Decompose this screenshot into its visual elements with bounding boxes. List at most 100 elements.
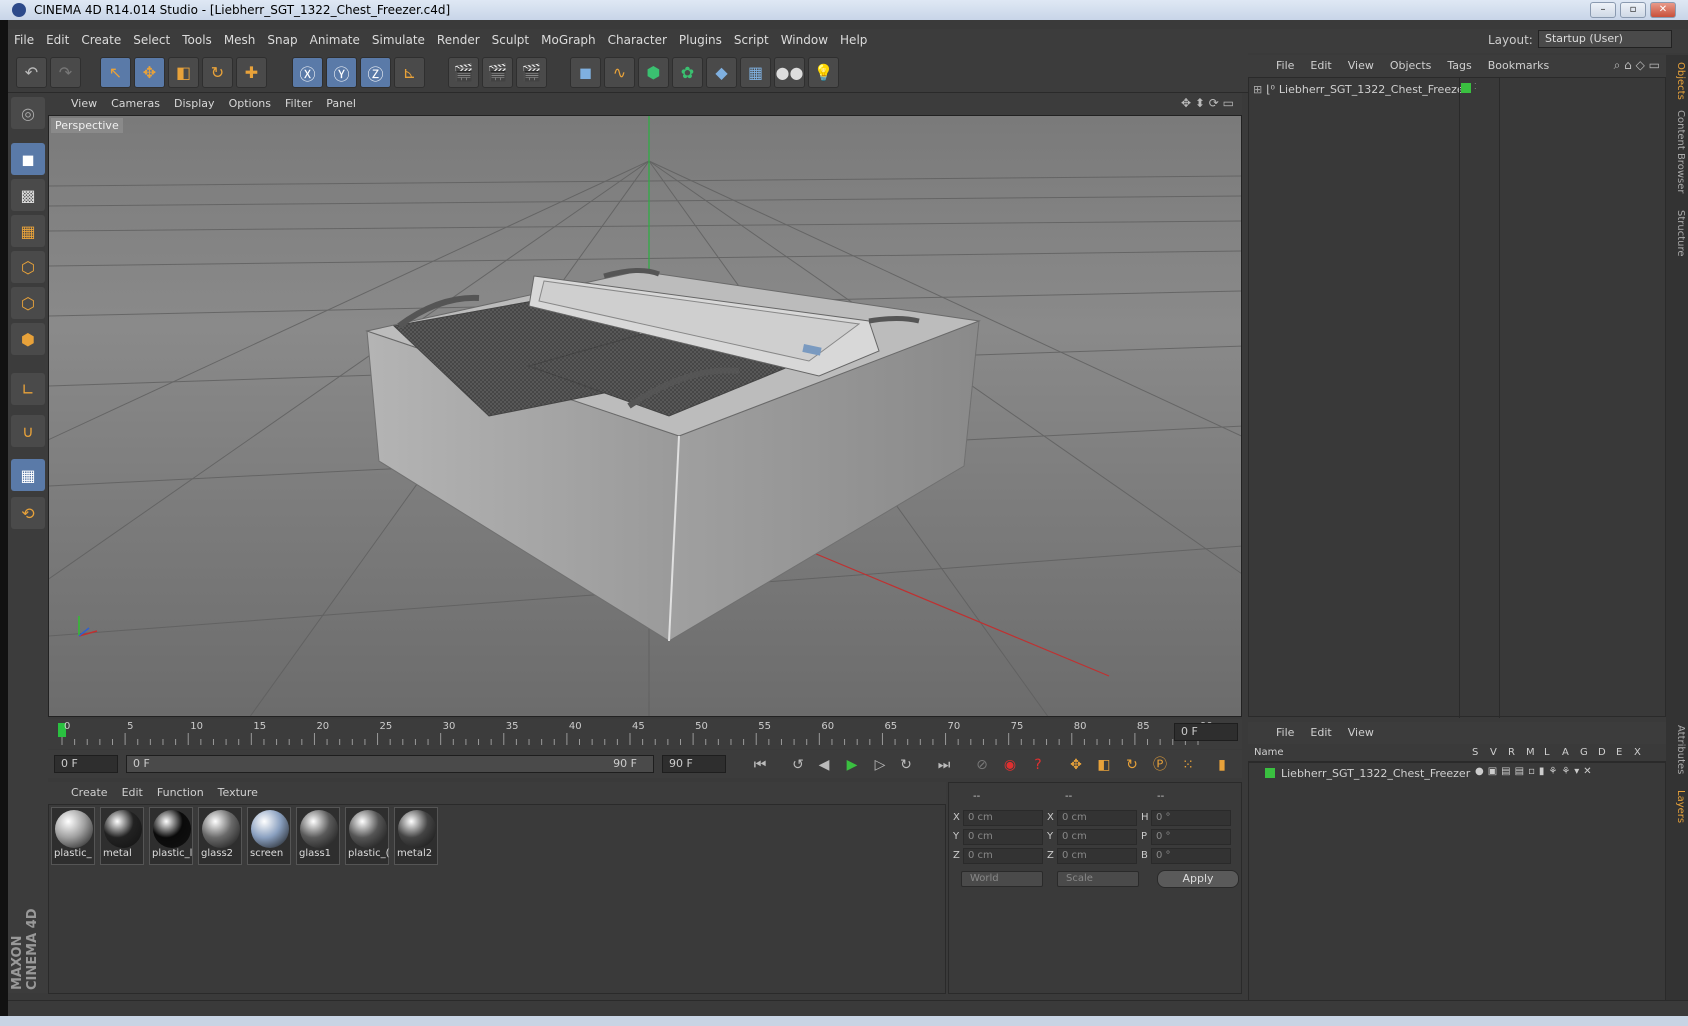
axis-mode-icon[interactable]: ∟: [11, 373, 45, 405]
layer-col-header[interactable]: E: [1616, 747, 1622, 758]
key-position-icon[interactable]: ✥: [1064, 754, 1088, 776]
vp-menu-options[interactable]: Options: [222, 93, 278, 114]
layer-col-header[interactable]: M: [1526, 747, 1535, 758]
prev-key-icon[interactable]: ↺: [786, 754, 810, 776]
add-tool-icon[interactable]: ✚: [236, 57, 267, 88]
menu-snap[interactable]: Snap: [261, 29, 303, 51]
start-frame-field[interactable]: 0 F: [54, 755, 118, 773]
menu-script[interactable]: Script: [728, 29, 775, 51]
autokey-icon[interactable]: ◉: [998, 754, 1022, 776]
obj-menu-view[interactable]: View: [1340, 55, 1382, 76]
apply-button[interactable]: Apply: [1157, 870, 1239, 888]
3d-viewport[interactable]: Perspective: [48, 115, 1242, 717]
edges-mode-icon[interactable]: ⬡: [11, 287, 45, 319]
polygons-mode-icon[interactable]: ⬢: [11, 323, 45, 355]
scale-icon[interactable]: ◧: [168, 57, 199, 88]
redo-icon[interactable]: ↷: [50, 57, 81, 88]
object-row[interactable]: ⊞ ⌊⁰ Liebherr_SGT_1322_Chest_Freezer: [1253, 80, 1468, 98]
expand-icon[interactable]: ⊞: [1253, 83, 1262, 96]
end-frame-field[interactable]: 90 F: [662, 755, 726, 773]
menu-tools[interactable]: Tools: [176, 29, 218, 51]
layer-row[interactable]: Liebherr_SGT_1322_Chest_Freezer: [1265, 765, 1470, 781]
material-swatch[interactable]: plastic_(: [345, 807, 390, 865]
layer-col-header[interactable]: L: [1544, 747, 1550, 758]
camera-icon[interactable]: ●●: [774, 57, 805, 88]
obj-search-icon[interactable]: ⌕ ⌂ ◇ ▭: [1614, 58, 1660, 73]
menu-plugins[interactable]: Plugins: [673, 29, 728, 51]
next-key-icon[interactable]: ↻: [894, 754, 918, 776]
soft-selection-icon[interactable]: ⟲: [11, 497, 45, 529]
menu-help[interactable]: Help: [834, 29, 873, 51]
layer-menu-file[interactable]: File: [1268, 722, 1302, 743]
floor-icon[interactable]: ▦: [740, 57, 771, 88]
menu-select[interactable]: Select: [127, 29, 176, 51]
rot-h-field[interactable]: 0 °: [1151, 810, 1231, 826]
size-z-field[interactable]: 0 cm: [1057, 848, 1137, 864]
undo-icon[interactable]: ↶: [16, 57, 47, 88]
layer-col-header[interactable]: A: [1562, 747, 1569, 758]
pos-z-field[interactable]: 0 cm: [963, 848, 1043, 864]
menu-simulate[interactable]: Simulate: [366, 29, 431, 51]
play-icon[interactable]: ▶: [840, 754, 864, 776]
material-swatch[interactable]: glass1: [296, 807, 340, 865]
tab-objects[interactable]: Objects: [1668, 59, 1686, 103]
menu-file[interactable]: File: [8, 29, 40, 51]
rotate-icon[interactable]: ↻: [202, 57, 233, 88]
layer-menu-view[interactable]: View: [1340, 722, 1382, 743]
tab-content-browser[interactable]: Content Browser: [1668, 107, 1686, 197]
z-axis-icon[interactable]: Ⓩ: [360, 57, 391, 88]
menu-create[interactable]: Create: [75, 29, 127, 51]
cube-icon[interactable]: ◼: [570, 57, 601, 88]
array-icon[interactable]: ✿: [672, 57, 703, 88]
light-icon[interactable]: 💡: [808, 57, 839, 88]
obj-menu-file[interactable]: File: [1268, 55, 1302, 76]
material-swatch[interactable]: plastic_: [51, 807, 95, 865]
maximize-button[interactable]: ▫: [1620, 2, 1646, 18]
keyframe-selection-icon[interactable]: ?: [1026, 754, 1050, 776]
viewport-nav-icons[interactable]: ✥ ⬍ ⟳ ▭: [1181, 96, 1234, 110]
key-rotation-icon[interactable]: ↻: [1120, 754, 1144, 776]
menu-render[interactable]: Render: [431, 29, 486, 51]
obj-menu-bookmarks[interactable]: Bookmarks: [1480, 55, 1557, 76]
close-button[interactable]: ✕: [1650, 2, 1676, 18]
world-dropdown[interactable]: World: [961, 871, 1043, 887]
render-view-icon[interactable]: 🎬: [448, 57, 479, 88]
tab-layers[interactable]: Layers: [1668, 785, 1686, 829]
layer-flag-icons[interactable]: ●▣▤▤▫▮⚘⚘▾✕: [1475, 766, 1596, 777]
layer-col-header[interactable]: S: [1472, 747, 1478, 758]
goto-start-icon[interactable]: ⏮: [748, 754, 772, 776]
key-pla-icon[interactable]: ⁙: [1176, 754, 1200, 776]
timeline-window-icon[interactable]: ▮: [1210, 754, 1234, 776]
deformer-icon[interactable]: ◆: [706, 57, 737, 88]
live-select-icon[interactable]: ↖: [100, 57, 131, 88]
workplane-lock-icon[interactable]: ▦: [11, 459, 45, 491]
obj-menu-tags[interactable]: Tags: [1439, 55, 1479, 76]
object-name[interactable]: Liebherr_SGT_1322_Chest_Freezer: [1279, 83, 1468, 96]
vp-menu-cameras[interactable]: Cameras: [104, 93, 167, 114]
pos-x-field[interactable]: 0 cm: [963, 810, 1043, 826]
tab-attributes[interactable]: Attributes: [1668, 720, 1686, 780]
layer-color-swatch[interactable]: [1461, 83, 1471, 93]
vp-menu-filter[interactable]: Filter: [278, 93, 319, 114]
visibility-dots-icon[interactable]: ⁚: [1474, 82, 1477, 91]
timeline-ruler[interactable]: 051015202530354045505560657075808590 0 F: [48, 719, 1242, 749]
mat-menu-function[interactable]: Function: [150, 782, 211, 803]
material-swatch[interactable]: metal: [100, 807, 144, 865]
layer-col-header[interactable]: V: [1490, 747, 1497, 758]
key-parameter-icon[interactable]: Ⓟ: [1148, 754, 1172, 776]
layer-col-header[interactable]: D: [1598, 747, 1606, 758]
coordinate-system-icon[interactable]: ⊾: [394, 57, 425, 88]
goto-end-icon[interactable]: ⏭: [932, 754, 956, 776]
rot-b-field[interactable]: 0 °: [1151, 848, 1231, 864]
key-scale-icon[interactable]: ◧: [1092, 754, 1116, 776]
frame-range-slider[interactable]: 0 F 90 F: [126, 755, 654, 773]
move-icon[interactable]: ✥: [134, 57, 165, 88]
vp-menu-view[interactable]: View: [64, 93, 104, 114]
vp-menu-panel[interactable]: Panel: [319, 93, 363, 114]
menu-edit[interactable]: Edit: [40, 29, 75, 51]
menu-window[interactable]: Window: [775, 29, 834, 51]
record-keys-icon[interactable]: ⊘: [970, 754, 994, 776]
pos-y-field[interactable]: 0 cm: [963, 829, 1043, 845]
render-settings-icon[interactable]: 🎬: [516, 57, 547, 88]
rot-p-field[interactable]: 0 °: [1151, 829, 1231, 845]
